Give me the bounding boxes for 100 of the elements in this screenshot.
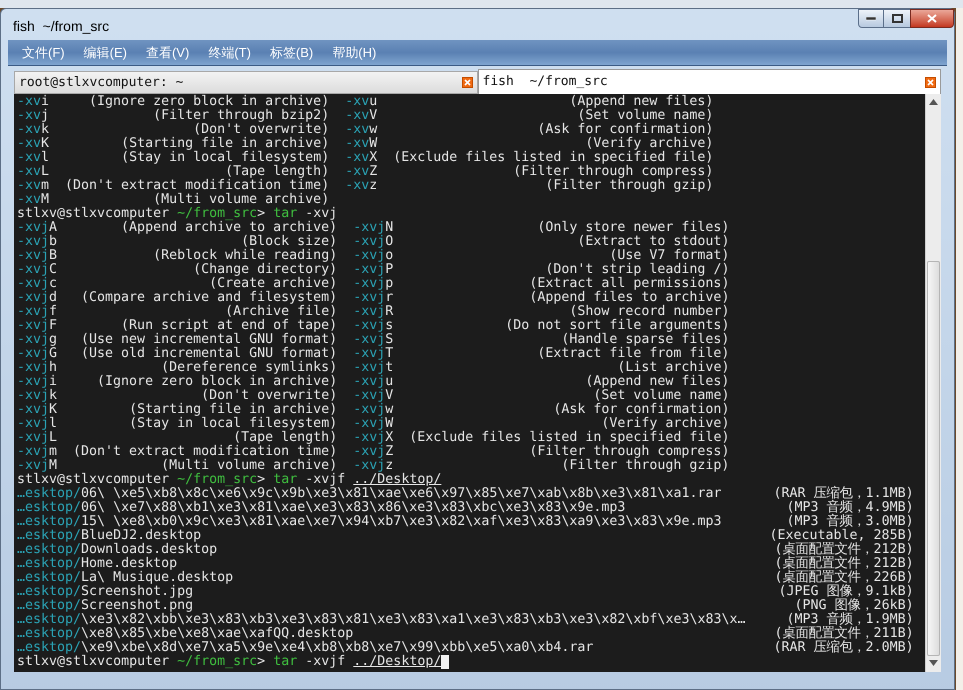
option-description: (Append archive to archive) xyxy=(121,221,338,235)
option-description: (Multi volume archive) xyxy=(161,459,338,473)
prompt-line: stlxv@stlxvcomputer ~/from_src> tar -xvjf ../Desktop/ xyxy=(17,655,442,669)
scrollbar[interactable] xyxy=(925,94,941,672)
option-description: (Extract to stdout) xyxy=(577,235,730,249)
file-path: …esktop/Downloads.desktop xyxy=(17,543,218,557)
close-tab-icon[interactable] xyxy=(462,77,472,88)
file-description: (MP3 音频，4.9MB) xyxy=(786,501,914,515)
option-description: (Don't extract modification time) xyxy=(73,445,338,459)
menu-item[interactable]: 文件(F) xyxy=(22,42,65,62)
option-description: (Use new incremental GNU format) xyxy=(81,333,338,347)
option-name: -xvjw xyxy=(353,403,394,417)
scroll-up-icon[interactable] xyxy=(929,99,938,105)
file-description: (JPEG 图像，9.1kB) xyxy=(778,585,914,599)
option-name: -xvW xyxy=(345,137,378,151)
option-description: (Do not sort file arguments) xyxy=(505,319,730,333)
option-description: (Tape length) xyxy=(233,431,338,445)
option-name: -xvjd xyxy=(17,291,58,305)
file-description: (桌面配置文件，211B) xyxy=(774,627,914,641)
file-description: (桌面配置文件，226B) xyxy=(774,571,914,585)
menu-item[interactable]: 帮助(H) xyxy=(332,42,376,62)
option-description: (Extract file from file) xyxy=(537,347,730,361)
option-description: (Run script at end of tape) xyxy=(121,319,338,333)
option-description: (Ignore zero block in archive) xyxy=(89,95,330,109)
option-name: -xvl xyxy=(17,151,50,165)
file-description: (MP3 音频，1.9MB) xyxy=(786,613,914,627)
option-name: -xvjV xyxy=(353,389,394,403)
option-description: (Verify archive) xyxy=(601,417,730,431)
option-description: (Show record number) xyxy=(569,305,730,319)
option-name: -xvV xyxy=(345,109,378,123)
option-description: (Ask for confirmation) xyxy=(537,123,714,137)
prompt-line: stlxv@stlxvcomputer ~/from_src> tar -xvjf ../Desktop/ xyxy=(17,473,442,487)
option-description: (Verify archive) xyxy=(585,137,714,151)
maximize-button[interactable] xyxy=(884,9,910,28)
tab-label: fish ~/from_src xyxy=(482,73,608,92)
option-description: (Exclude files listed in specified file) xyxy=(393,151,714,165)
option-name: -xvL xyxy=(17,165,50,179)
option-name: -xvjX xyxy=(353,431,394,445)
option-description: (Filter through gzip) xyxy=(545,179,714,193)
terminal-tab[interactable]: fish ~/from_src xyxy=(478,69,941,94)
close-icon xyxy=(927,14,937,23)
file-description: (RAR 压缩包，1.1MB) xyxy=(774,487,914,501)
option-description: (Don't strip leading /) xyxy=(545,263,730,277)
option-description: (Multi volume archive) xyxy=(153,193,330,207)
option-description: (Dereference symlinks) xyxy=(161,361,338,375)
file-description: (MP3 音频，3.0MB) xyxy=(786,515,914,529)
option-description: (Use old incremental GNU format) xyxy=(81,347,338,361)
minimize-button[interactable] xyxy=(858,9,884,28)
option-description: (Starting file in archive) xyxy=(121,137,330,151)
file-path: …esktop/06\ \xe7\x88\xb1\xe3\x81\xae\xe3\x83\x86\xe3\x83\xbc\xe3\x83\x9e.mp3 xyxy=(17,501,626,515)
option-description: (Stay in local filesystem) xyxy=(129,417,338,431)
option-description: (Starting file in archive) xyxy=(129,403,338,417)
option-name: -xvjg xyxy=(17,333,58,347)
option-description: (Ignore zero block in archive) xyxy=(97,375,338,389)
option-description: (Exclude files listed in specified file) xyxy=(409,431,730,445)
close-button[interactable] xyxy=(910,9,954,28)
option-description: (Set volume name) xyxy=(577,109,714,123)
option-name: -xvjm xyxy=(17,445,58,459)
file-description: (PNG 图像，26kB) xyxy=(794,599,914,613)
option-description: (Don't extract modification time) xyxy=(65,179,330,193)
option-name: -xvjT xyxy=(353,347,394,361)
file-path: …esktop/Home.desktop xyxy=(17,557,178,571)
option-name: -xvm xyxy=(17,179,50,193)
file-path: …esktop/\xe3\x82\xbb\xe3\x83\xb3\xe3\x83\x81\xe3\x83\xa1\xe3\x83\xb3\xe3\x82\xbf\xe3\x83\x… xyxy=(17,613,746,627)
file-path: …esktop/Screenshot.jpg xyxy=(17,585,194,599)
terminal-tab[interactable]: root@stlxvcomputer: ~ xyxy=(14,71,478,94)
option-description: (Extract all permissions) xyxy=(529,277,730,291)
option-name: -xvjK xyxy=(17,403,58,417)
option-name: -xvK xyxy=(17,137,50,151)
scrollbar-thumb[interactable] xyxy=(927,261,940,656)
option-name: -xvk xyxy=(17,123,50,137)
menu-item[interactable]: 编辑(E) xyxy=(84,42,127,62)
option-description: (Ask for confirmation) xyxy=(553,403,730,417)
option-description: (Append new files) xyxy=(585,375,730,389)
option-description: (Filter through gzip) xyxy=(561,459,730,473)
file-path: …esktop/Screenshot.png xyxy=(17,599,194,613)
minimize-icon xyxy=(866,16,876,20)
option-description: (Append files to archive) xyxy=(529,291,730,305)
file-description: (RAR 压缩包，2.0MB) xyxy=(774,641,914,655)
menu-item[interactable]: 标签(B) xyxy=(270,42,314,62)
option-description: (Create archive) xyxy=(209,277,338,291)
option-description: (List archive) xyxy=(617,361,730,375)
option-description: (Filter through bzip2) xyxy=(153,109,330,123)
file-path: …esktop/15\ \xe8\xb0\x9c\xe3\x81\xae\xe7\x94\xb7\xe3\x82\xaf\xe3\x83\xa9\xe3\x83\x9e.mp3 xyxy=(17,515,722,529)
option-description: (Set volume name) xyxy=(593,389,730,403)
prompt-line: stlxv@stlxvcomputer ~/from_src> tar -xvj xyxy=(17,207,338,221)
option-description: (Filter through compress) xyxy=(529,445,730,459)
menu-item[interactable]: 终端(T) xyxy=(208,42,251,62)
tab-label: root@stlxvcomputer: ~ xyxy=(19,74,184,92)
menu-item[interactable]: 查看(V) xyxy=(146,42,190,62)
close-tab-icon[interactable] xyxy=(925,76,936,88)
option-description: (Archive file) xyxy=(225,305,338,319)
window-title: fish ~/from_src xyxy=(13,17,110,36)
file-path: …esktop/\xe9\xbe\x8d\xe7\xa5\x9e\xe4\xb8\xb8\xe7\x99\xbb\xe5\xa0\xb4.rar xyxy=(17,641,594,655)
option-name: -xvz xyxy=(345,179,378,193)
option-description: (Don't overwrite) xyxy=(201,389,338,403)
option-description: (Compare archive and filesystem) xyxy=(81,291,338,305)
scroll-down-icon[interactable] xyxy=(929,660,938,666)
maximize-icon xyxy=(892,14,902,23)
option-description: (Append new files) xyxy=(569,95,714,109)
